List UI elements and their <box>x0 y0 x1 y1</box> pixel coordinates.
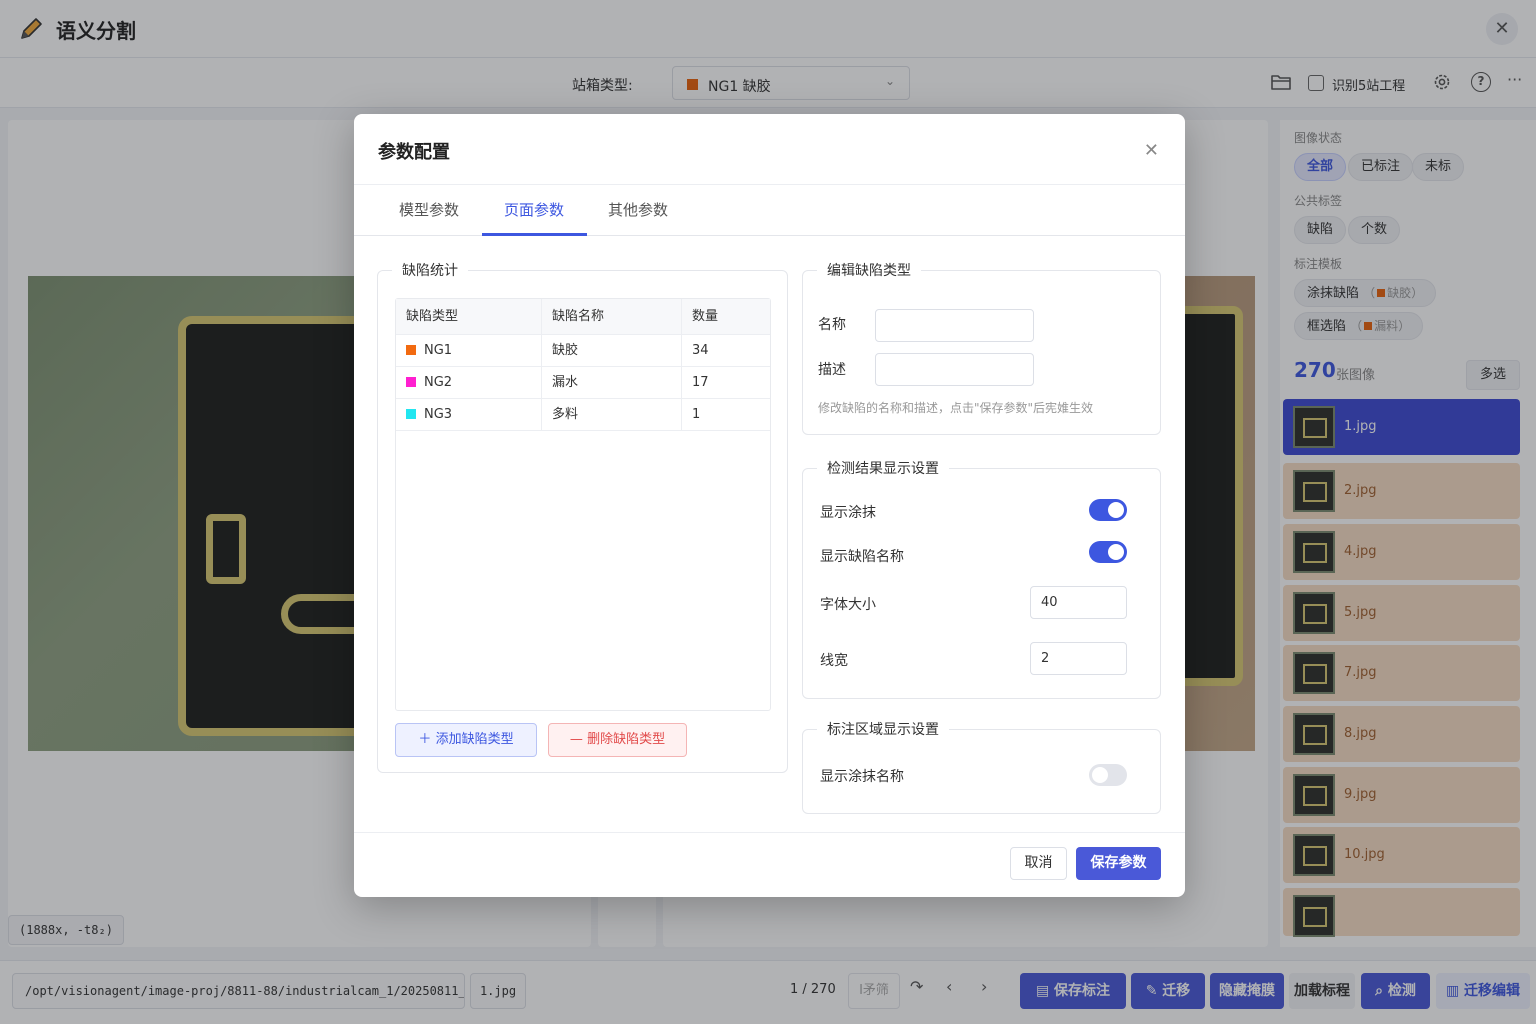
show-smear-label: 显示涂抹 <box>820 505 876 521</box>
defect-table: 缺陷类型 缺陷名称 数量 NG1 缺胶 34 NG2 漏水 17 NG3 多料 … <box>395 298 771 711</box>
annotation-region-title: 标注区域显示设置 <box>817 719 949 739</box>
add-defect-type-button[interactable]: ＋ 添加缺陷类型 <box>395 723 537 757</box>
tab-other-params[interactable]: 其他参数 <box>608 199 668 220</box>
close-icon[interactable]: ✕ <box>1144 140 1159 161</box>
show-smear-name-label: 显示涂抹名称 <box>820 769 904 785</box>
edit-defect-title: 编辑缺陷类型 <box>817 260 921 280</box>
defect-stats-title: 缺陷统计 <box>392 260 468 280</box>
dialog-title: 参数配置 <box>378 142 450 163</box>
defect-color-swatch <box>406 409 416 419</box>
name-input[interactable] <box>875 309 1034 342</box>
font-size-label: 字体大小 <box>820 597 876 613</box>
font-size-input[interactable]: 40 <box>1030 586 1127 619</box>
description-input[interactable] <box>875 353 1034 386</box>
tab-page-params[interactable]: 页面参数 <box>504 199 564 220</box>
display-settings-group: 检测结果显示设置 显示涂抹 显示缺陷名称 字体大小 40 线宽 2 <box>802 458 1161 699</box>
table-header: 缺陷类型 缺陷名称 数量 <box>396 299 770 335</box>
minus-icon: — <box>569 732 583 747</box>
active-tab-indicator <box>482 233 587 236</box>
show-smear-toggle[interactable] <box>1089 499 1127 521</box>
defect-stats-group: 缺陷统计 缺陷类型 缺陷名称 数量 NG1 缺胶 34 NG2 漏水 17 NG… <box>377 260 788 773</box>
plus-icon: ＋ <box>418 732 432 747</box>
line-width-input[interactable]: 2 <box>1030 642 1127 675</box>
description-label: 描述 <box>818 362 846 378</box>
annotation-region-group: 标注区域显示设置 显示涂抹名称 <box>802 719 1161 814</box>
line-width-label: 线宽 <box>820 653 848 669</box>
defect-color-swatch <box>406 377 416 387</box>
table-row[interactable]: NG1 缺胶 34 <box>396 335 770 367</box>
display-settings-title: 检测结果显示设置 <box>817 458 949 478</box>
show-defect-name-label: 显示缺陷名称 <box>820 549 904 565</box>
defect-color-swatch <box>406 345 416 355</box>
save-params-button[interactable]: 保存参数 <box>1076 847 1161 880</box>
param-config-dialog: 参数配置 ✕ 模型参数 页面参数 其他参数 缺陷统计 缺陷类型 缺陷名称 数量 … <box>354 114 1185 897</box>
edit-defect-group: 编辑缺陷类型 名称 描述 修改缺陷的名称和描述，点击"保存参数"后宪婎生效 <box>802 260 1161 435</box>
show-defect-name-toggle[interactable] <box>1089 541 1127 563</box>
tab-model-params[interactable]: 模型参数 <box>399 199 459 220</box>
show-smear-name-toggle[interactable] <box>1089 764 1127 786</box>
edit-hint: 修改缺陷的名称和描述，点击"保存参数"后宪婎生效 <box>818 401 1094 415</box>
tab-bar: 模型参数 页面参数 其他参数 <box>354 184 1185 236</box>
name-label: 名称 <box>818 317 846 333</box>
delete-defect-type-button[interactable]: — 删除缺陷类型 <box>548 723 687 757</box>
cancel-button[interactable]: 取消 <box>1010 847 1067 880</box>
table-row[interactable]: NG2 漏水 17 <box>396 367 770 399</box>
table-row[interactable]: NG3 多料 1 <box>396 399 770 431</box>
dialog-footer-divider <box>354 832 1185 833</box>
